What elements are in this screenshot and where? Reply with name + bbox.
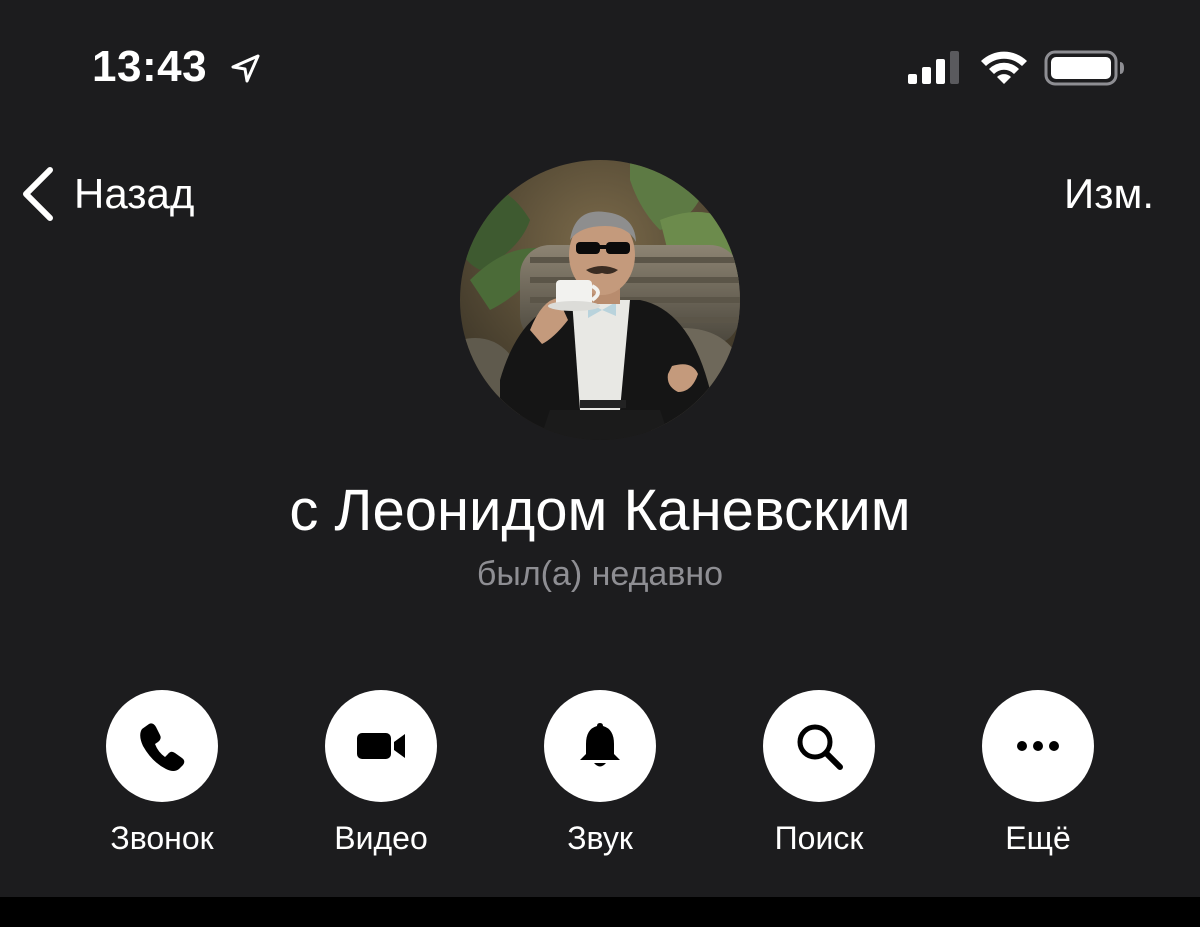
profile-screen: 13:43 Назад Изм. с Леонидом Каневским бы…	[0, 0, 1200, 897]
sound-button[interactable]: Звук	[510, 690, 690, 858]
video-icon	[357, 733, 405, 759]
call-button-circle[interactable]	[106, 690, 218, 802]
more-label: Ещё	[1005, 820, 1071, 856]
phone-icon	[140, 723, 185, 771]
profile-name: с Леонидом Каневским	[289, 478, 911, 543]
search-label: Поиск	[774, 820, 864, 856]
chevron-left-icon	[23, 167, 53, 221]
call-button[interactable]: Звонок	[72, 690, 252, 858]
more-button[interactable]: Ещё	[948, 690, 1128, 858]
signal-icon	[908, 51, 959, 84]
bottom-edge	[0, 897, 1200, 927]
action-buttons: Звонок Видео Звук Поиск Ещё	[0, 690, 1200, 870]
sound-button-circle[interactable]	[544, 690, 656, 802]
edit-button[interactable]: Изм.	[1064, 162, 1154, 226]
call-label: Звонок	[110, 820, 214, 856]
search-icon	[797, 724, 843, 770]
search-button[interactable]: Поиск	[729, 690, 909, 858]
avatar-photo	[460, 160, 740, 440]
avatar[interactable]	[460, 160, 740, 440]
search-button-circle[interactable]	[763, 690, 875, 802]
video-label: Видео	[334, 820, 428, 856]
more-button-circle[interactable]	[982, 690, 1094, 802]
bell-icon	[580, 723, 620, 767]
back-button[interactable]: Назад	[18, 162, 194, 226]
video-button[interactable]: Видео	[291, 690, 471, 858]
location-arrow-icon	[231, 54, 260, 83]
battery-icon	[1044, 50, 1124, 86]
wifi-icon	[981, 51, 1027, 84]
sound-label: Звук	[567, 820, 633, 856]
more-icon	[1017, 741, 1059, 751]
back-label: Назад	[74, 170, 195, 217]
profile-status: был(а) недавно	[476, 555, 724, 593]
video-button-circle[interactable]	[325, 690, 437, 802]
status-time: 13:43	[92, 42, 208, 91]
